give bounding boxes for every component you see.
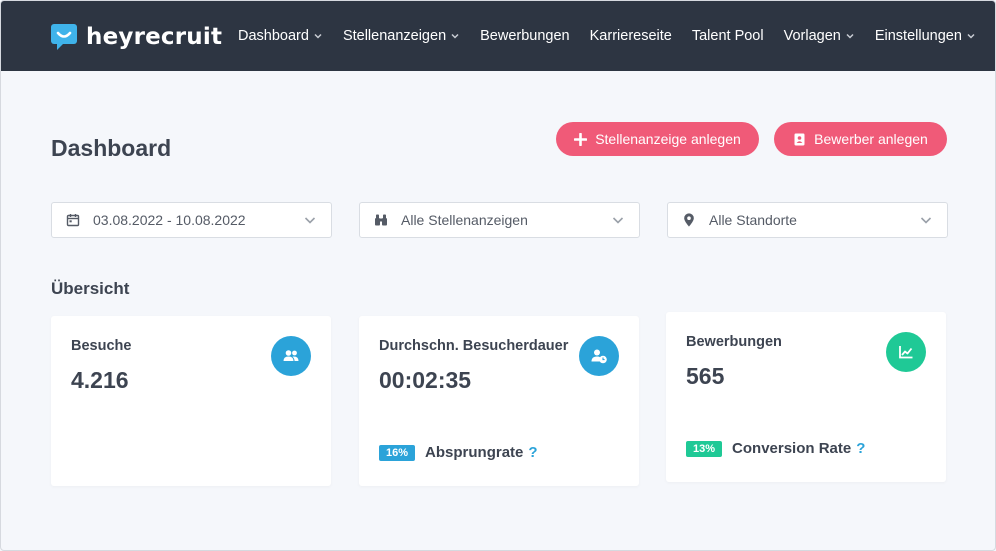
bounce-rate-help-icon[interactable]: ? [528,444,537,461]
bounce-rate-badge: 16% [379,444,416,461]
nav-item-label: Karriereseite [589,28,672,44]
create-job-ad-button[interactable]: Stellenanzeige anlegen [556,122,759,156]
nav-item-applications[interactable]: Bewerbungen [480,28,570,44]
brand-name: heyrecruit [86,24,223,50]
contact-book-icon [794,133,805,145]
job-ads-value: Alle Stellenanzeigen [401,212,528,228]
chat-smile-icon [51,24,77,50]
chevron-down-icon [967,33,975,39]
chevron-down-icon [920,217,932,224]
nav-item-label: Einstellungen [874,28,962,44]
applications-label: Bewerbungen [686,334,782,350]
nav-item-settings[interactable]: Einstellungen [875,28,976,44]
page-title: Dashboard [51,135,172,161]
chevron-down-icon [314,33,322,39]
nav-item-dashboard[interactable]: Dashboard [238,28,323,44]
chevron-down-icon [451,33,459,39]
nav-item-label: Bewerbungen [480,28,570,44]
user-clock-icon [591,349,607,364]
create-applicant-button[interactable]: Bewerber anlegen [774,122,947,156]
applications-value: 565 [686,363,725,389]
overview-heading: Übersicht [51,279,130,298]
visits-label: Besuche [71,338,132,354]
app-window: heyrecruit Dashboard Stellenanzeigen Bew… [0,0,996,551]
locations-value: Alle Standorte [709,212,797,228]
conversion-rate-label: Conversion Rate [732,440,852,457]
visit-duration-label: Durchschn. Besucherdauer [379,338,569,354]
date-range-select[interactable]: 03.08.2022 - 10.08.2022 [51,202,332,238]
binoculars-icon [375,214,387,226]
chevron-down-icon [846,33,854,39]
conversion-rate-row: 13% Conversion Rate ? [686,440,865,457]
job-ads-select[interactable]: Alle Stellenanzeigen [359,202,640,238]
button-label: Bewerber anlegen [814,131,928,147]
date-range-value: 03.08.2022 - 10.08.2022 [93,212,246,228]
visit-duration-card: Durchschn. Besucherdauer 00:02:35 16% Ab… [359,316,639,486]
main-nav: Dashboard Stellenanzeigen Bewerbungen Ka… [238,1,995,71]
chart-line-icon [899,346,913,359]
visit-duration-value: 00:02:35 [379,367,472,393]
nav-item-templates[interactable]: Vorlagen [784,28,855,44]
nav-item-job-ads[interactable]: Stellenanzeigen [343,28,460,44]
chevron-down-icon [612,217,624,224]
visits-icon-badge [271,336,311,376]
users-icon [283,350,299,361]
applications-card: Bewerbungen 565 13% Conversion Rate ? [666,312,946,482]
visits-value: 4.216 [71,367,129,393]
nav-item-career-page[interactable]: Karriereseite [590,28,672,44]
chevron-down-icon [304,217,316,224]
calendar-icon [66,214,80,227]
visit-duration-icon-badge [579,336,619,376]
nav-item-label: Vorlagen [783,28,841,44]
brand-logo[interactable]: heyrecruit [50,23,222,51]
bounce-rate-label: Absprungrate [425,444,524,461]
locations-select[interactable]: Alle Standorte [667,202,948,238]
nav-item-label: Dashboard [238,28,309,44]
conversion-rate-help-icon[interactable]: ? [856,440,865,457]
map-pin-icon [684,213,694,227]
nav-item-talent-pool[interactable]: Talent Pool [692,28,764,44]
applications-icon-badge [886,332,926,372]
visits-card: Besuche 4.216 [51,316,331,486]
plus-icon [574,132,588,146]
button-label: Stellenanzeige anlegen [595,131,741,147]
conversion-rate-badge: 13% [686,440,723,457]
nav-item-label: Talent Pool [691,28,764,44]
bounce-rate-row: 16% Absprungrate ? [379,444,538,461]
top-navigation-bar: heyrecruit Dashboard Stellenanzeigen Bew… [1,1,995,71]
nav-item-label: Stellenanzeigen [342,28,447,44]
